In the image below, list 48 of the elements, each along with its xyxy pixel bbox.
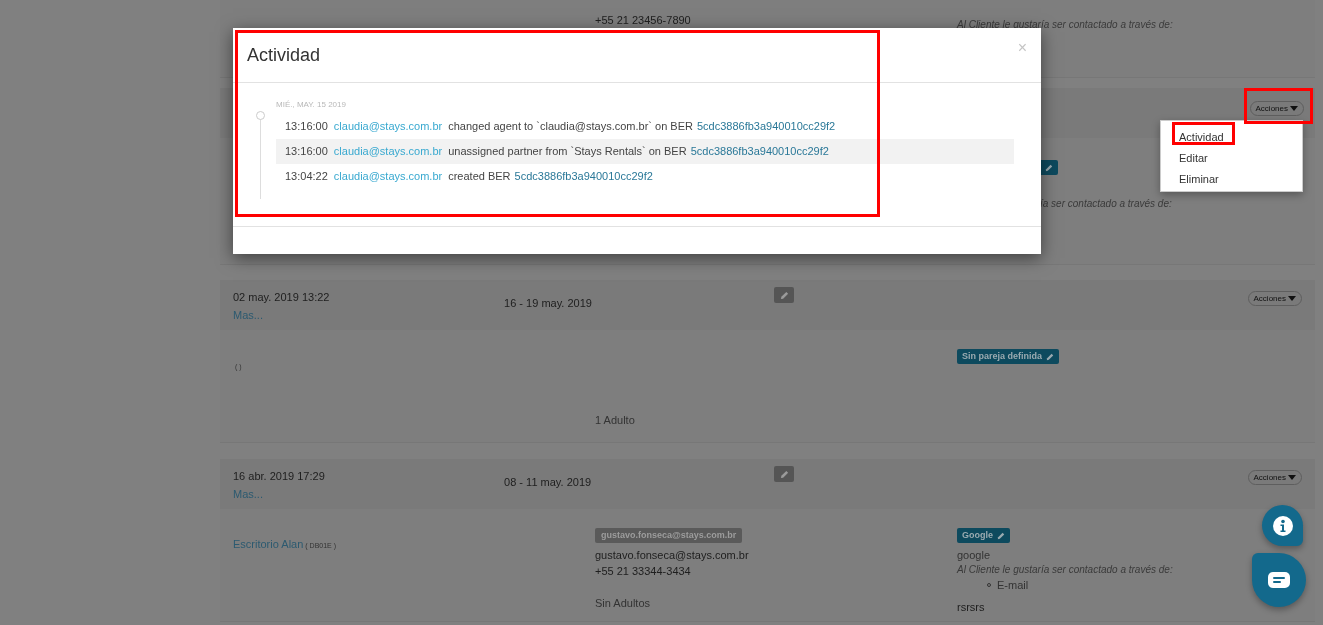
- agent-phone: +55 21 33344-3434: [595, 564, 692, 578]
- created-date: 02 may. 2019 13:22: [233, 290, 331, 304]
- user-link[interactable]: claudia@stays.com.br: [333, 143, 443, 160]
- partner-tag[interactable]: Google: [957, 528, 1010, 543]
- user-link[interactable]: claudia@stays.com.br: [333, 168, 443, 185]
- activity-text: changed agent to `claudia@stays.com.br` on BER: [448, 119, 693, 135]
- info-icon: [1272, 515, 1293, 536]
- caret-icon: [1288, 296, 1296, 301]
- activity-text: created BER: [448, 169, 511, 185]
- highlight-frame: [1172, 122, 1235, 145]
- edit-button[interactable]: [774, 287, 795, 303]
- stay-dates: 16 - 19 may. 2019: [504, 297, 592, 309]
- agent-email: gustavo.fonseca@stays.com.br: [595, 548, 750, 562]
- menu-item[interactable]: Editar: [1161, 148, 1302, 169]
- booking-notes: rsrsrs: [957, 600, 985, 614]
- contact-note: Al Cliente le gustaría ser contactado a través de:: [957, 563, 1173, 576]
- agent-phone: +55 21 23456-7890: [595, 14, 691, 26]
- source-text: google: [957, 548, 991, 562]
- pencil-icon: [1045, 163, 1053, 172]
- highlight-frame: [1244, 88, 1313, 124]
- guest-count: 1 Adulto: [595, 413, 636, 427]
- modal-title: Actividad: [247, 43, 321, 67]
- partner-tag[interactable]: Sin pareja definida: [957, 349, 1060, 364]
- chat-icon: [1268, 572, 1290, 588]
- activity-time: 13:04:22: [285, 169, 328, 185]
- pencil-icon: [997, 531, 1005, 540]
- guest-count: Sin Adultos: [595, 596, 652, 610]
- user-link[interactable]: claudia@stays.com.br: [333, 118, 443, 135]
- agent-tag: gustavo.fonseca@stays.com.br: [595, 528, 743, 543]
- pencil-icon: [779, 290, 789, 300]
- pencil-icon: [779, 469, 789, 479]
- menu-item[interactable]: Actividad: [1161, 127, 1302, 148]
- menu-item[interactable]: Eliminar: [1161, 169, 1302, 190]
- activity-time: 13:16:00: [285, 144, 328, 160]
- contact-method: E-mail: [997, 578, 1029, 592]
- pencil-icon: [1046, 352, 1055, 361]
- activity-text: unassigned partner from `Stays Rentals` on BER: [448, 144, 687, 160]
- caret-icon: [1288, 475, 1296, 480]
- created-date: 16 abr. 2019 17:29: [233, 469, 326, 483]
- activity-time: 13:16:00: [285, 119, 328, 135]
- ber-link[interactable]: 5cdc3886fb3a940010cc29f2: [696, 118, 836, 135]
- ber-link[interactable]: 5cdc3886fb3a940010cc29f2: [514, 168, 653, 185]
- stay-dates: 08 - 11 may. 2019: [504, 476, 592, 488]
- day-label: MIÉ., MAY. 15 2019: [276, 100, 347, 111]
- caret-icon: [1290, 106, 1298, 111]
- edit-button[interactable]: [774, 466, 795, 482]
- contact-note: Al Cliente le gustaría ser contactado a través de:: [957, 19, 1173, 30]
- ber-link[interactable]: 5cdc3886fb3a940010cc29f2: [690, 143, 829, 160]
